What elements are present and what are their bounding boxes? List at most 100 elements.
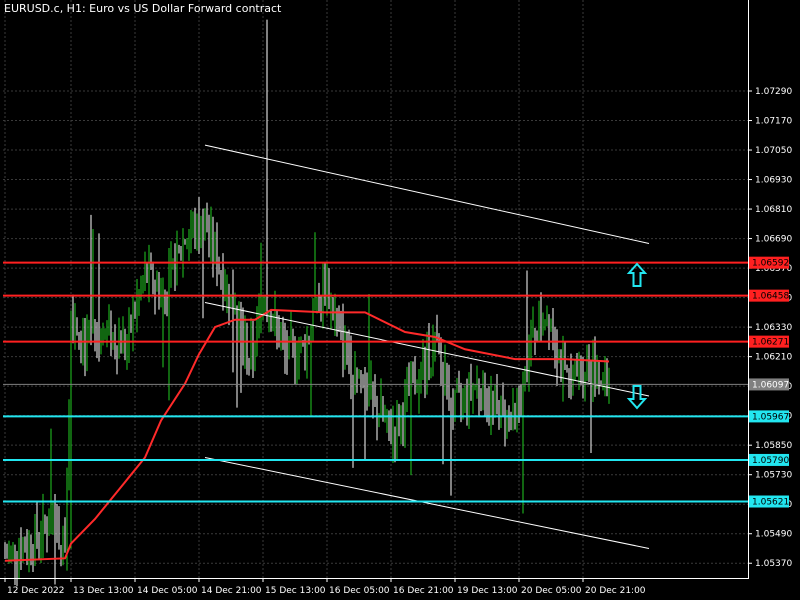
candle-body — [40, 539, 42, 542]
y-tick-label: 1.05490 — [755, 530, 792, 540]
y-tick-label: 1.06210 — [755, 353, 792, 363]
candle-body — [596, 377, 598, 389]
candle-body — [132, 309, 134, 328]
candle-body — [444, 366, 446, 377]
candle-body — [186, 240, 188, 242]
candle-body — [164, 289, 166, 300]
candle-body — [200, 218, 202, 237]
resistance-price-tag: 1.06458 — [749, 289, 789, 302]
candle-body — [42, 515, 44, 540]
candle-body — [516, 401, 518, 411]
candle-body — [106, 325, 108, 330]
x-tick-label: 12 Dec 2022 — [7, 586, 65, 596]
candle-body — [114, 334, 116, 347]
candle-body — [418, 369, 420, 392]
candle-body — [390, 426, 392, 442]
candle-body — [198, 216, 200, 237]
candle-body — [356, 374, 358, 378]
candle-body — [172, 258, 174, 263]
candle-body — [102, 330, 104, 345]
candle-body — [328, 286, 330, 309]
candle-body — [194, 222, 196, 239]
candle-body — [368, 396, 370, 400]
candle-body — [148, 263, 150, 280]
candle-body — [196, 216, 198, 239]
candle-body — [100, 344, 102, 351]
candle-body — [432, 341, 434, 368]
candle-body — [292, 335, 294, 342]
candle-body — [24, 545, 26, 551]
candle-body — [218, 272, 220, 274]
support-price-tag: 1.05967 — [749, 410, 789, 423]
candle-body — [50, 523, 52, 532]
candle-body — [68, 399, 70, 475]
candle-body — [404, 393, 406, 425]
x-tick-label: 20 Dec 05:00 — [521, 586, 582, 596]
x-tick-label: 16 Dec 05:00 — [329, 586, 390, 596]
candle-body — [388, 411, 390, 427]
candle-body — [208, 231, 210, 239]
candle-body — [514, 403, 516, 411]
candle-body — [582, 373, 584, 381]
candle-body — [136, 298, 138, 315]
x-tick-label: 19 Dec 13:00 — [457, 586, 518, 596]
candle-body — [488, 409, 490, 412]
candle-body — [252, 341, 254, 354]
y-tick-label: 1.07170 — [755, 117, 792, 127]
candle-body — [168, 269, 170, 306]
y-tick-label: 1.07050 — [755, 146, 792, 156]
candle-body — [180, 247, 182, 255]
candle-body — [564, 359, 566, 370]
candle-body — [276, 314, 278, 327]
x-tick-label: 14 Dec 05:00 — [137, 586, 198, 596]
candle-body — [318, 298, 320, 302]
candle-body — [430, 367, 432, 375]
candle-body — [294, 341, 296, 365]
candle-body — [184, 241, 186, 243]
candle-body — [210, 226, 212, 239]
candle-body — [492, 396, 494, 401]
current-price-tag: 1.06097 — [749, 378, 789, 391]
candle-body — [30, 540, 32, 555]
candle-body — [606, 366, 608, 392]
candle-body — [340, 318, 342, 323]
candle-body — [602, 378, 604, 384]
candle-body — [458, 389, 460, 391]
support-price-tag: 1.05621 — [749, 495, 789, 508]
candle-body — [528, 352, 530, 376]
candle-body — [28, 540, 30, 554]
candle-body — [98, 336, 100, 351]
candle-body — [490, 396, 492, 412]
candle-body — [558, 353, 560, 362]
candle-body — [152, 267, 154, 289]
candle-body — [408, 386, 410, 396]
candle-body — [160, 291, 162, 303]
candle-body — [468, 377, 470, 407]
candle-body — [590, 371, 592, 383]
candle-body — [6, 556, 8, 558]
price-chart[interactable]: 1.07290 1.07170 1.07050 1.06930 1.06810 1.066… — [0, 0, 800, 600]
candle-body — [8, 550, 10, 557]
candle-body — [46, 525, 48, 536]
y-tick-label: 1.05850 — [755, 441, 792, 451]
candle-body — [348, 352, 350, 357]
candle-body — [298, 349, 300, 363]
candle-body — [506, 409, 508, 428]
candle-body — [130, 316, 132, 328]
candle-body — [232, 294, 234, 312]
support-price-tag-label: 1.05790 — [752, 456, 789, 466]
candle-body — [26, 550, 28, 554]
candle-body — [286, 351, 288, 358]
candle-body — [426, 345, 428, 374]
candle-body — [38, 537, 40, 542]
candle-body — [482, 377, 484, 408]
candle-body — [384, 417, 386, 419]
candle-body — [220, 272, 222, 278]
candle-body — [576, 359, 578, 373]
candle-body — [32, 554, 34, 556]
candle-body — [94, 328, 96, 333]
candle-body — [36, 521, 38, 538]
candle-body — [554, 335, 556, 351]
candle-body — [80, 345, 82, 353]
candle-body — [216, 241, 218, 273]
